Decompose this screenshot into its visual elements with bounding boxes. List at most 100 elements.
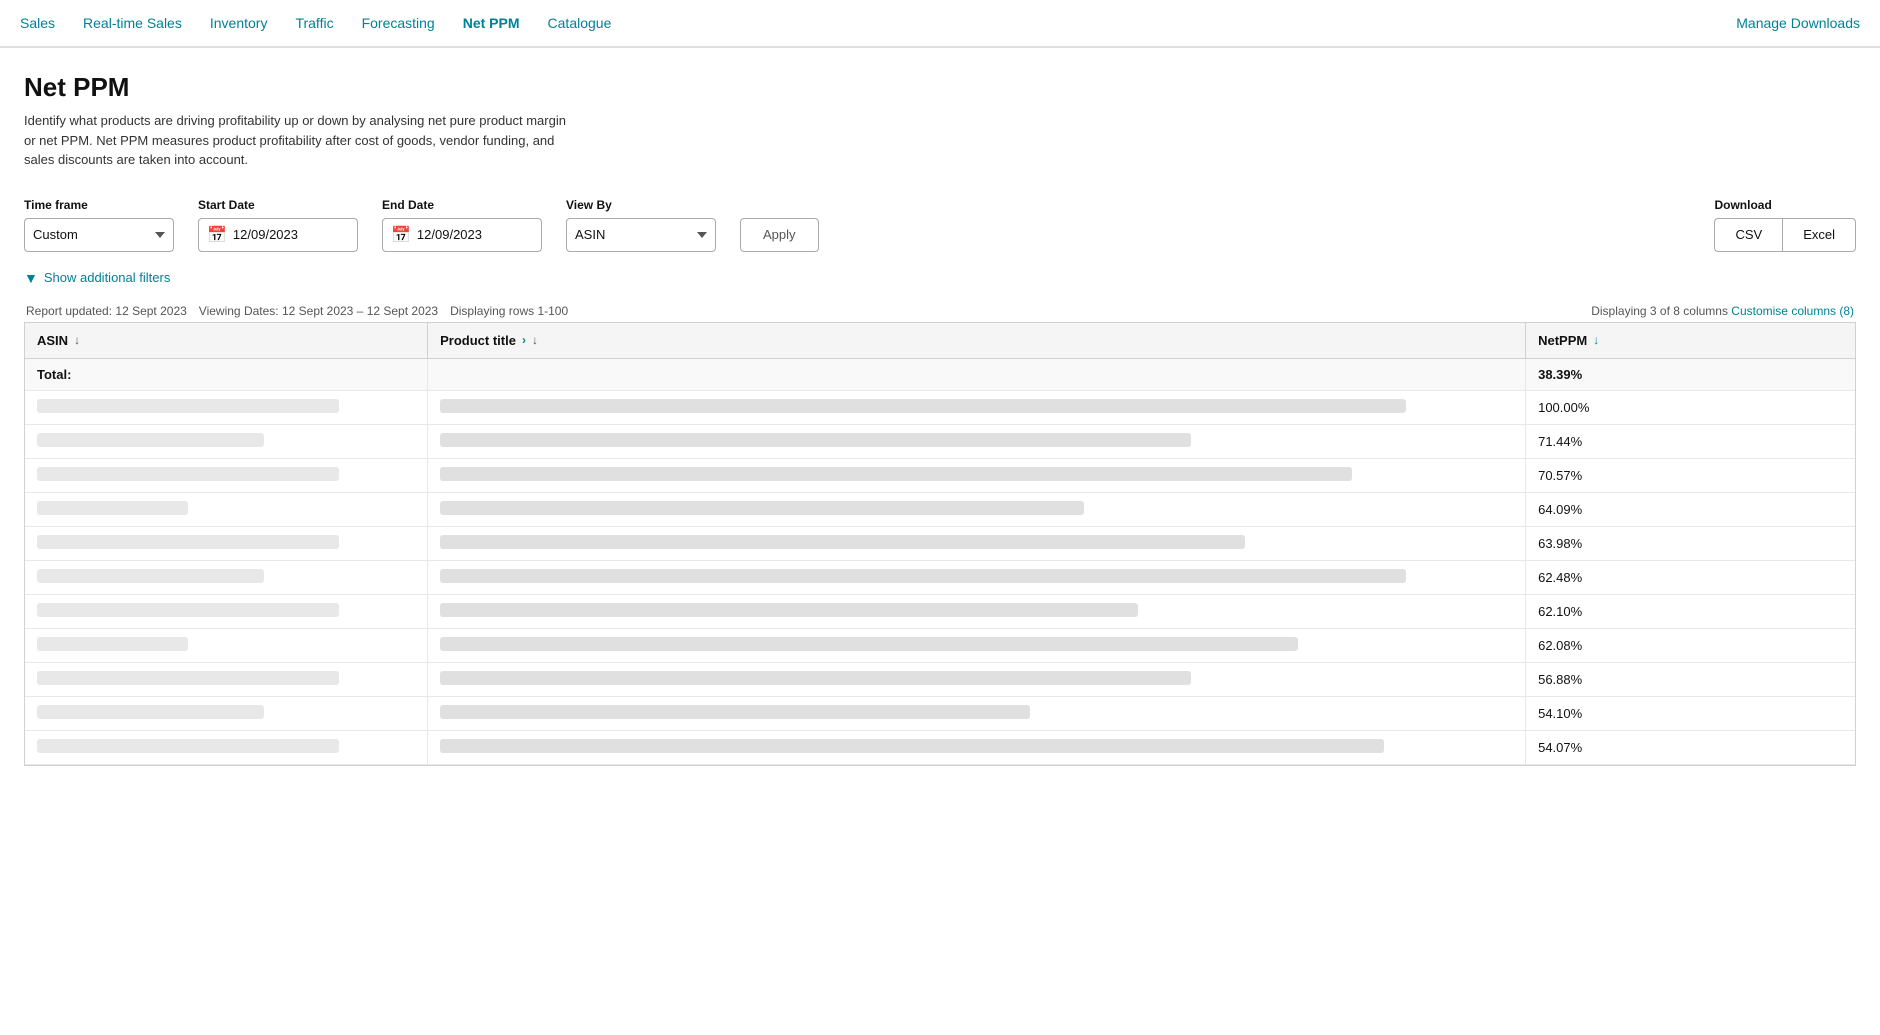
report-updated: Report updated: 12 Sept 2023 bbox=[26, 304, 187, 318]
end-date-input[interactable] bbox=[417, 227, 507, 242]
table-row: 62.48% bbox=[25, 560, 1855, 594]
cell-asin bbox=[25, 662, 428, 696]
asin-sort-icon[interactable]: ↓ bbox=[74, 333, 80, 347]
show-additional-filters[interactable]: ▼ Show additional filters bbox=[24, 270, 1856, 286]
manage-downloads-link[interactable]: Manage Downloads bbox=[1736, 15, 1860, 31]
cell-product bbox=[428, 730, 1526, 764]
blurred-asin bbox=[37, 569, 264, 583]
page-content: Net PPM Identify what products are drivi… bbox=[0, 48, 1880, 766]
report-info-bar: Report updated: 12 Sept 2023 Viewing Dat… bbox=[24, 304, 1856, 318]
download-group: Download CSV Excel bbox=[1714, 198, 1856, 252]
start-date-filter: Start Date 📅 bbox=[198, 198, 358, 252]
th-product-title-label: Product title bbox=[440, 333, 516, 348]
cell-asin bbox=[25, 594, 428, 628]
end-date-filter: End Date 📅 bbox=[382, 198, 542, 252]
blurred-product bbox=[440, 739, 1384, 753]
blurred-product bbox=[440, 705, 1030, 719]
cell-asin bbox=[25, 492, 428, 526]
cell-netppm: 62.48% bbox=[1526, 560, 1855, 594]
start-date-input[interactable] bbox=[233, 227, 323, 242]
cell-asin bbox=[25, 730, 428, 764]
data-table-wrapper: ASIN ↓ Product title › ↓ NetPPM bbox=[24, 322, 1856, 766]
columns-info-right: Displaying 3 of 8 columns Customise colu… bbox=[1591, 304, 1854, 318]
nav-item-traffic[interactable]: Traffic bbox=[295, 15, 333, 31]
cell-product bbox=[428, 458, 1526, 492]
cell-asin bbox=[25, 696, 428, 730]
blurred-product bbox=[440, 433, 1191, 447]
timeframe-select[interactable]: Custom Last 7 days Last 30 days Last 90 … bbox=[24, 218, 174, 252]
blurred-asin bbox=[37, 535, 339, 549]
end-date-calendar-icon[interactable]: 📅 bbox=[391, 225, 411, 245]
view-by-select[interactable]: ASIN Brand Category bbox=[566, 218, 716, 252]
total-label: Total: bbox=[25, 358, 428, 390]
customise-columns-link[interactable]: Customise columns (8) bbox=[1731, 304, 1854, 318]
table-row: 71.44% bbox=[25, 424, 1855, 458]
table-row: 70.57% bbox=[25, 458, 1855, 492]
end-date-label: End Date bbox=[382, 198, 542, 212]
page-description: Identify what products are driving profi… bbox=[24, 111, 574, 170]
table-header-row: ASIN ↓ Product title › ↓ NetPPM bbox=[25, 323, 1855, 359]
cell-netppm: 56.88% bbox=[1526, 662, 1855, 696]
excel-download-button[interactable]: Excel bbox=[1782, 218, 1856, 252]
nav-item-forecasting[interactable]: Forecasting bbox=[362, 15, 435, 31]
table-row: 54.07% bbox=[25, 730, 1855, 764]
top-navigation: Sales Real-time Sales Inventory Traffic … bbox=[0, 0, 1880, 48]
table-row: 54.10% bbox=[25, 696, 1855, 730]
cell-product bbox=[428, 390, 1526, 424]
report-info-left: Report updated: 12 Sept 2023 Viewing Dat… bbox=[26, 304, 568, 318]
cell-netppm: 64.09% bbox=[1526, 492, 1855, 526]
th-netppm: NetPPM ↓ bbox=[1526, 323, 1855, 359]
cell-product bbox=[428, 560, 1526, 594]
product-title-sort-icon[interactable]: ↓ bbox=[532, 333, 538, 347]
nav-item-catalogue[interactable]: Catalogue bbox=[548, 15, 612, 31]
cell-netppm: 54.10% bbox=[1526, 696, 1855, 730]
blurred-asin bbox=[37, 671, 339, 685]
download-buttons: CSV Excel bbox=[1714, 218, 1856, 252]
nav-item-netppm[interactable]: Net PPM bbox=[463, 15, 520, 31]
blurred-product bbox=[440, 603, 1137, 617]
cell-product bbox=[428, 594, 1526, 628]
total-product bbox=[428, 358, 1526, 390]
cell-netppm: 62.08% bbox=[1526, 628, 1855, 662]
funnel-icon: ▼ bbox=[24, 270, 38, 286]
cell-asin bbox=[25, 424, 428, 458]
csv-download-button[interactable]: CSV bbox=[1714, 218, 1782, 252]
cell-product bbox=[428, 662, 1526, 696]
cell-netppm: 63.98% bbox=[1526, 526, 1855, 560]
timeframe-filter: Time frame Custom Last 7 days Last 30 da… bbox=[24, 198, 174, 252]
cell-netppm: 100.00% bbox=[1526, 390, 1855, 424]
th-netppm-label: NetPPM bbox=[1538, 333, 1587, 348]
view-by-label: View By bbox=[566, 198, 716, 212]
th-asin: ASIN ↓ bbox=[25, 323, 428, 359]
cell-product bbox=[428, 424, 1526, 458]
view-by-filter: View By ASIN Brand Category bbox=[566, 198, 716, 252]
blurred-asin bbox=[37, 637, 188, 651]
timeframe-label: Time frame bbox=[24, 198, 174, 212]
blurred-asin bbox=[37, 501, 188, 515]
nav-item-realtime-sales[interactable]: Real-time Sales bbox=[83, 15, 182, 31]
page-title: Net PPM bbox=[24, 72, 1856, 103]
table-row: 63.98% bbox=[25, 526, 1855, 560]
blurred-asin bbox=[37, 399, 339, 413]
blurred-product bbox=[440, 467, 1352, 481]
cell-product bbox=[428, 696, 1526, 730]
table-row: 62.10% bbox=[25, 594, 1855, 628]
nav-item-sales[interactable]: Sales bbox=[20, 15, 55, 31]
cell-asin bbox=[25, 560, 428, 594]
cell-asin bbox=[25, 458, 428, 492]
th-product-title: Product title › ↓ bbox=[428, 323, 1526, 359]
blurred-product bbox=[440, 535, 1245, 549]
table-row: 100.00% bbox=[25, 390, 1855, 424]
apply-button[interactable]: Apply bbox=[740, 218, 819, 252]
blurred-product bbox=[440, 399, 1406, 413]
columns-info-text: Displaying 3 of 8 columns bbox=[1591, 304, 1728, 318]
nav-item-inventory[interactable]: Inventory bbox=[210, 15, 268, 31]
table-row: 64.09% bbox=[25, 492, 1855, 526]
blurred-product bbox=[440, 569, 1406, 583]
blurred-asin bbox=[37, 467, 339, 481]
cell-netppm: 62.10% bbox=[1526, 594, 1855, 628]
start-date-calendar-icon[interactable]: 📅 bbox=[207, 225, 227, 245]
product-title-chevron-icon[interactable]: › bbox=[522, 333, 526, 347]
cell-netppm: 71.44% bbox=[1526, 424, 1855, 458]
netppm-sort-icon[interactable]: ↓ bbox=[1593, 333, 1599, 347]
